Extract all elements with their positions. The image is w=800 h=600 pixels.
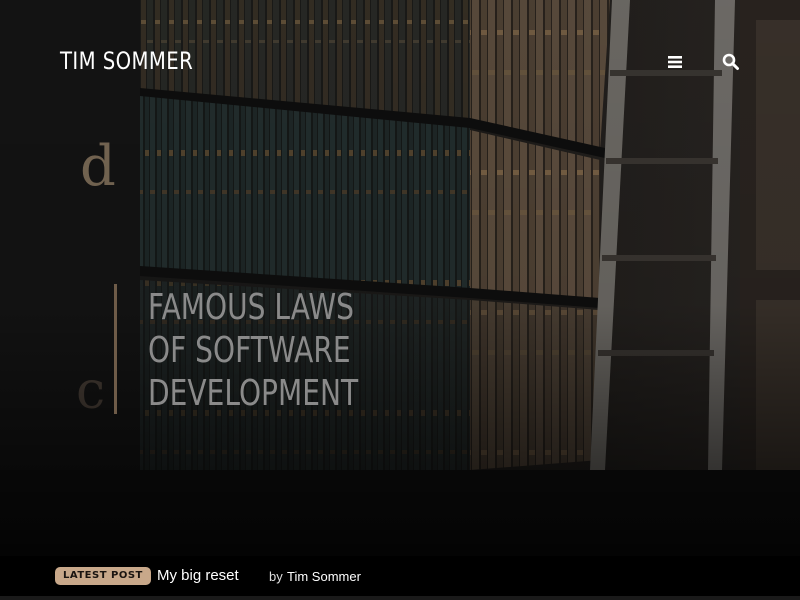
featured-post: FAMOUS LAWS OF SOFTWARE DEVELOPMENT [114,284,414,414]
latest-post-link[interactable]: My big reset [157,567,239,585]
latest-post-bar: LATEST POST My big reset by Tim Sommer [0,556,800,596]
site-title[interactable]: TIM SOMMER [60,47,193,75]
featured-title-line: FAMOUS LAWS [148,287,354,328]
featured-accent-bar [114,284,117,414]
featured-title-line: DEVELOPMENT [148,373,359,414]
featured-title-line: OF SOFTWARE [148,330,351,371]
latest-post-badge: LATEST POST [55,567,151,585]
search-icon[interactable] [721,52,741,72]
site-header: TIM SOMMER [0,0,800,126]
latest-post-by-label: by [269,569,283,584]
page: d c TIM SOMMER FAMOUS LAWS OF SOFTWARE [0,0,800,600]
featured-post-title[interactable]: FAMOUS LAWS OF SOFTWARE DEVELOPMENT [148,286,398,415]
bottom-strip [0,596,800,600]
latest-post-author[interactable]: Tim Sommer [287,569,361,585]
hamburger-menu-icon[interactable] [665,52,685,72]
